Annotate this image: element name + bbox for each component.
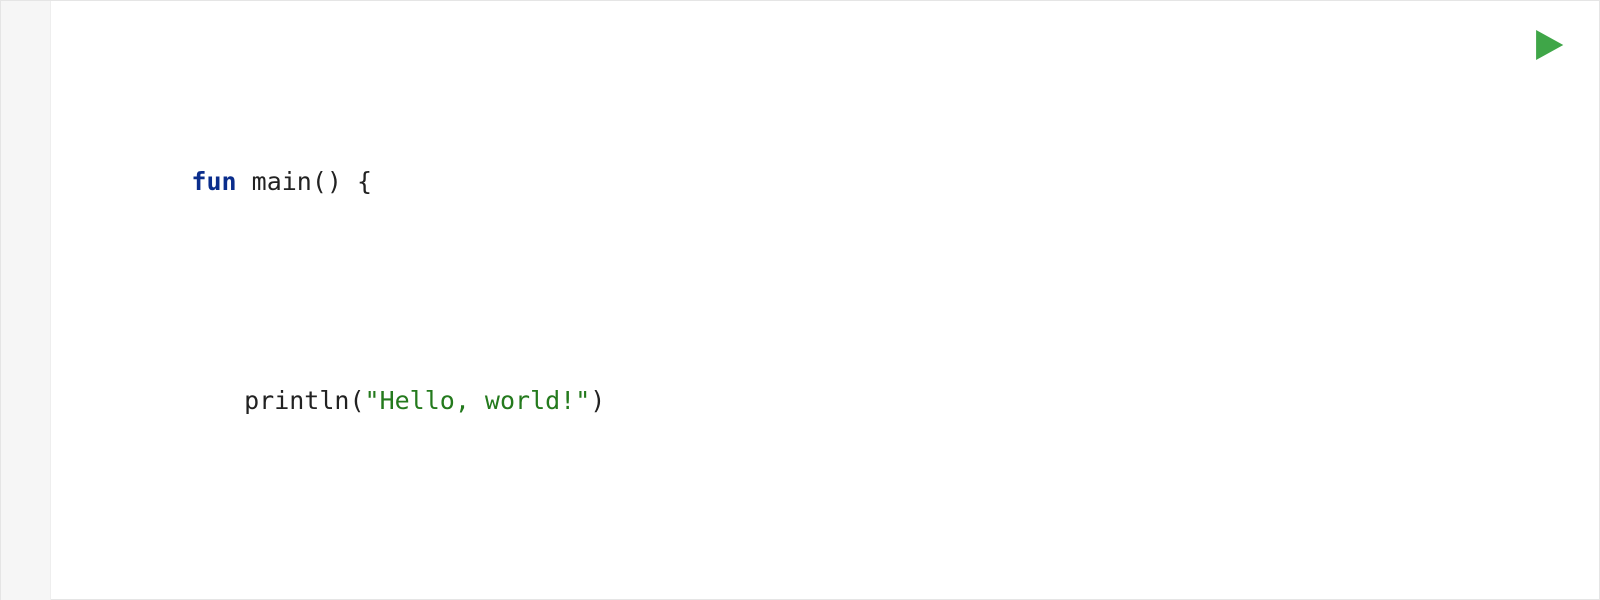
code-line-3: } xyxy=(71,554,1579,600)
run-button[interactable] xyxy=(1527,23,1571,67)
paren-close: ) xyxy=(590,386,605,415)
space xyxy=(342,167,357,196)
string-literal: "Hello, world!" xyxy=(365,386,591,415)
code-editor-panel: fun main() { println("Hello, world!") } xyxy=(1,1,1599,600)
call-println: println xyxy=(244,386,349,415)
code-playground: fun main() { println("Hello, world!") } … xyxy=(0,0,1600,600)
code-line-1: fun main() { xyxy=(71,117,1579,248)
keyword-fun: fun xyxy=(191,167,236,196)
brace-open: { xyxy=(357,167,372,196)
play-icon xyxy=(1532,28,1566,62)
function-name: main xyxy=(252,167,312,196)
paren-open: ( xyxy=(349,386,364,415)
code-line-2: println("Hello, world!") xyxy=(71,335,1579,466)
code-editor[interactable]: fun main() { println("Hello, world!") } xyxy=(51,1,1599,600)
code-gutter xyxy=(1,1,51,600)
parentheses: () xyxy=(312,167,342,196)
space xyxy=(237,167,252,196)
